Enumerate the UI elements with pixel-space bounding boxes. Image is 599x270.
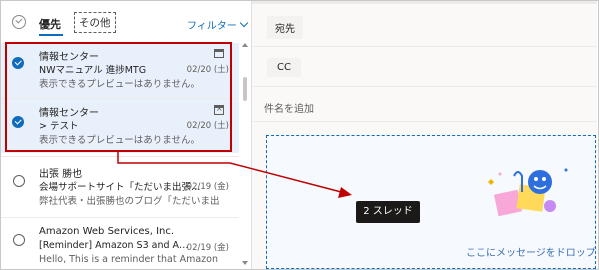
selected-check-icon[interactable] (12, 57, 24, 69)
list-item[interactable]: 出張 勝也 会場サポートサイト「ただいま出張… 02/19 (金) 弊社代表・出… (1, 160, 239, 215)
message-preview: 表示できるプレビューはありません。 (39, 135, 201, 146)
cc-button[interactable]: CC (267, 58, 301, 77)
message-preview: Hello, This is a reminder that Amazon Si… (39, 254, 219, 265)
message-subject: 会場サポートサイト「ただいま出張… (39, 182, 201, 193)
filter-button[interactable]: フィルター (187, 17, 249, 32)
calendar-icon (214, 49, 224, 58)
select-radio[interactable] (13, 234, 25, 246)
drag-tooltip: 2 スレッド (356, 201, 420, 223)
message-date: 02/20 (土) (186, 121, 229, 131)
selected-check-icon[interactable] (12, 116, 24, 128)
divider (1, 217, 239, 218)
to-field-divider (252, 46, 597, 47)
message-sender: 情報センター (39, 52, 99, 63)
subject-input[interactable]: 件名を追加 (264, 100, 314, 115)
select-radio[interactable] (13, 175, 25, 187)
cc-field-divider (252, 86, 597, 87)
list-item[interactable]: 情報センター > テスト 02/20 (土) 表示できるプレビューはありません。 (1, 99, 239, 153)
scroll-down-icon[interactable] (242, 261, 248, 265)
message-subject: > テスト (39, 121, 79, 132)
subject-divider (252, 121, 597, 122)
message-date: 02/19 (金) (186, 243, 229, 253)
compose-top-border (252, 1, 597, 4)
list-scrollbar[interactable] (240, 39, 250, 269)
filter-label: フィルター (187, 21, 237, 32)
list-header: 優先 その他 フィルター (1, 1, 251, 39)
select-all-checkbox[interactable] (12, 15, 26, 29)
divider (1, 156, 239, 157)
message-sender: 情報センター (39, 108, 99, 119)
tab-other[interactable]: その他 (74, 12, 116, 33)
tab-focused[interactable]: 優先 (39, 16, 61, 32)
message-sender: Amazon Web Services, Inc. (39, 226, 175, 237)
message-preview: 表示できるプレビューはありません。 (39, 79, 201, 90)
list-item[interactable]: Amazon Web Services, Inc. [Reminder] Ama… (1, 221, 239, 269)
list-item[interactable]: 情報センター NWマニュアル 進捗MTG 02/20 (土) 表示できるプレビュ… (1, 43, 239, 98)
message-subject: [Reminder] Amazon S3 and A… (39, 240, 189, 251)
drop-illustration-icon (488, 168, 568, 217)
active-tab-indicator (39, 34, 63, 36)
message-sender: 出張 勝也 (39, 169, 83, 180)
to-button[interactable]: 宛先 (267, 16, 303, 39)
message-preview: 弊社代表・出張勝也のブログ「ただいま出張… (39, 196, 219, 207)
calendar-cancel-icon (214, 104, 224, 115)
message-subject: NWマニュアル 進捗MTG (39, 65, 147, 76)
drop-hint-text: ここにメッセージをドロップ (466, 248, 596, 259)
scroll-up-icon[interactable] (242, 43, 248, 47)
chevron-down-icon (239, 18, 249, 28)
message-list: 優先 その他 フィルター 情報センター NWマニュアル 進捗MTG 02/20 … (1, 1, 252, 269)
message-date: 02/20 (土) (186, 65, 229, 75)
message-date: 02/19 (金) (186, 182, 229, 192)
scroll-thumb[interactable] (243, 77, 247, 101)
